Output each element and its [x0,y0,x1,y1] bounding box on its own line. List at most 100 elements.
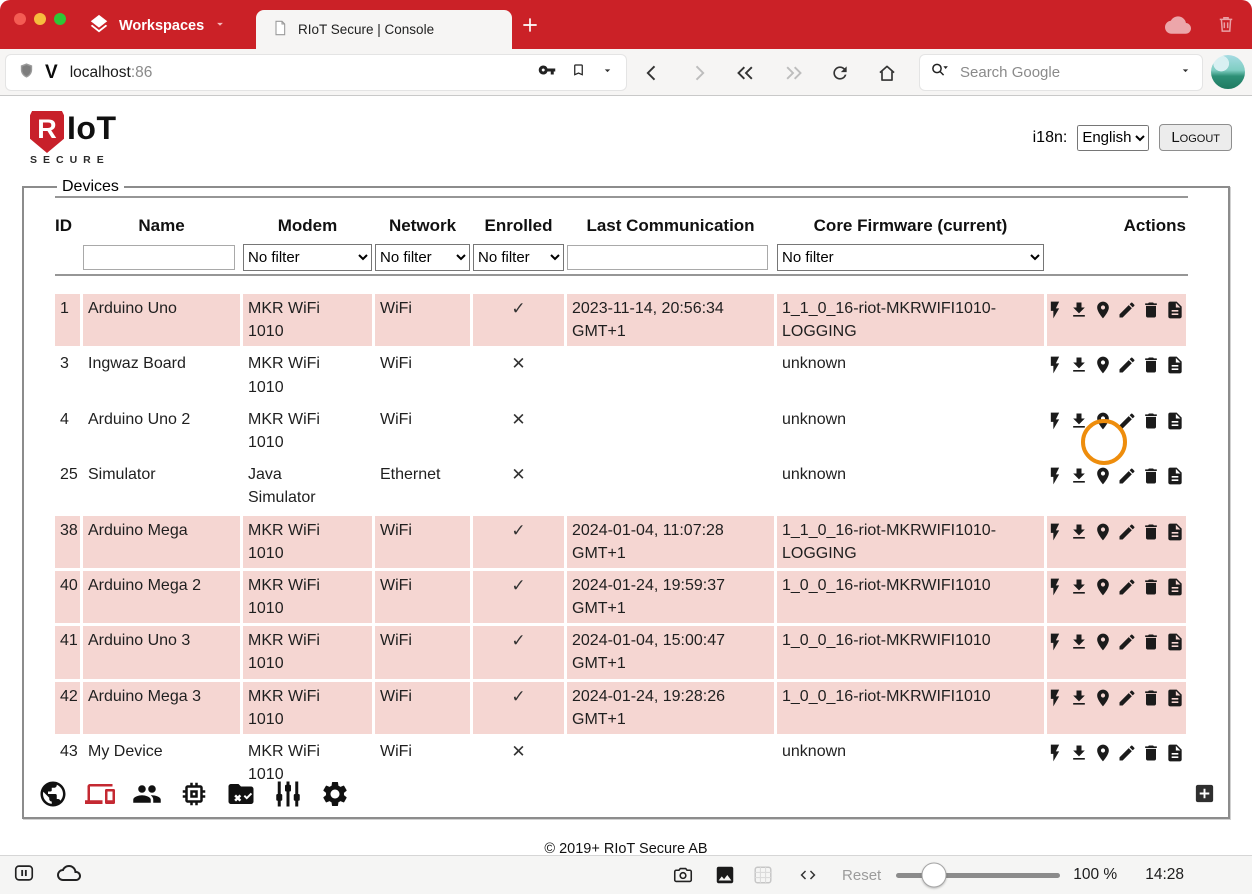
delete-icon[interactable] [1141,466,1161,486]
globe-icon[interactable] [38,779,68,809]
delete-icon[interactable] [1141,743,1161,763]
download-icon[interactable] [1069,300,1089,320]
flash-icon[interactable] [1045,300,1065,320]
workspaces-menu[interactable]: Workspaces [88,13,227,39]
flash-icon[interactable] [1045,466,1065,486]
delete-icon[interactable] [1141,632,1161,652]
profile-avatar[interactable] [1211,55,1245,89]
chevron-down-icon[interactable] [1179,64,1192,82]
edit-icon[interactable] [1117,632,1137,652]
home-button[interactable] [875,63,899,83]
search-input[interactable] [958,63,1171,82]
code-view-icon[interactable] [798,866,818,884]
location-icon[interactable] [1093,466,1113,486]
edit-icon[interactable] [1117,411,1137,431]
logout-button[interactable]: Logout [1159,124,1232,151]
download-icon[interactable] [1069,688,1089,708]
forward-button[interactable] [687,63,711,83]
location-icon[interactable] [1093,300,1113,320]
chip-icon[interactable] [179,779,209,809]
firmware-filter-select[interactable]: No filter [777,244,1044,271]
devices-icon[interactable] [85,779,115,809]
flash-icon[interactable] [1045,522,1065,542]
logs-icon[interactable] [1165,522,1185,542]
edit-icon[interactable] [1117,743,1137,763]
sliders-icon[interactable] [273,779,303,809]
capture-page-icon[interactable] [671,864,695,886]
modem-filter-select[interactable]: No filter [243,244,372,271]
edit-icon[interactable] [1117,300,1137,320]
flash-icon[interactable] [1045,743,1065,763]
pause-button[interactable] [12,862,36,889]
flash-icon[interactable] [1045,632,1065,652]
logs-icon[interactable] [1165,688,1185,708]
sync-cloud-icon[interactable] [1165,14,1191,39]
name-filter-input[interactable] [83,245,235,270]
edit-icon[interactable] [1117,466,1137,486]
edit-icon[interactable] [1117,522,1137,542]
download-icon[interactable] [1069,355,1089,375]
last-communication-filter-input[interactable] [567,245,768,270]
location-icon[interactable] [1093,355,1113,375]
download-icon[interactable] [1069,466,1089,486]
location-icon[interactable] [1093,632,1113,652]
rewind-button[interactable] [734,63,758,83]
page-tiling-icon[interactable] [751,864,775,886]
search-box[interactable] [920,55,1202,90]
cloud-icon[interactable] [56,863,82,888]
delete-icon[interactable] [1141,411,1161,431]
zoom-slider[interactable] [896,873,1060,878]
edit-icon[interactable] [1117,577,1137,597]
logs-icon[interactable] [1165,577,1185,597]
address-field[interactable]: V localhost:86 [6,55,626,90]
tab-riot-secure-console[interactable]: RIoT Secure | Console [256,10,512,49]
delete-icon[interactable] [1141,688,1161,708]
flash-icon[interactable] [1045,355,1065,375]
close-window-button[interactable] [14,13,26,25]
location-icon[interactable] [1093,522,1113,542]
logs-icon[interactable] [1165,300,1185,320]
logs-icon[interactable] [1165,411,1185,431]
edit-icon[interactable] [1117,355,1137,375]
delete-icon[interactable] [1141,522,1161,542]
chevron-down-icon[interactable] [601,64,614,82]
language-select[interactable]: English [1077,125,1149,151]
download-icon[interactable] [1069,522,1089,542]
download-icon[interactable] [1069,743,1089,763]
delete-icon[interactable] [1141,577,1161,597]
folder-rule-icon[interactable] [226,779,256,809]
toggle-images-icon[interactable] [713,864,737,886]
logs-icon[interactable] [1165,743,1185,763]
download-icon[interactable] [1069,632,1089,652]
location-icon[interactable] [1093,577,1113,597]
people-icon[interactable] [132,779,162,809]
logs-icon[interactable] [1165,632,1185,652]
trash-icon[interactable] [1216,13,1236,40]
delete-icon[interactable] [1141,300,1161,320]
logs-icon[interactable] [1165,466,1185,486]
back-button[interactable] [640,63,664,83]
download-icon[interactable] [1069,411,1089,431]
network-filter-select[interactable]: No filter [375,244,470,271]
bookmark-icon[interactable] [571,61,586,84]
reload-button[interactable] [828,63,852,83]
gear-icon[interactable] [320,779,350,809]
download-icon[interactable] [1069,577,1089,597]
fast-forward-button[interactable] [781,63,805,83]
flash-icon[interactable] [1045,411,1065,431]
minimize-window-button[interactable] [34,13,46,25]
location-icon[interactable] [1093,743,1113,763]
flash-icon[interactable] [1045,577,1065,597]
location-icon[interactable] [1093,411,1113,431]
zoom-slider-thumb[interactable] [921,863,946,888]
zoom-reset-button[interactable]: Reset [842,867,881,884]
add-device-button[interactable] [1193,782,1216,805]
key-icon[interactable] [538,61,556,84]
delete-icon[interactable] [1141,355,1161,375]
flash-icon[interactable] [1045,688,1065,708]
shield-icon[interactable] [18,61,35,85]
logs-icon[interactable] [1165,355,1185,375]
location-icon[interactable] [1093,688,1113,708]
new-tab-button[interactable] [520,15,540,35]
edit-icon[interactable] [1117,688,1137,708]
